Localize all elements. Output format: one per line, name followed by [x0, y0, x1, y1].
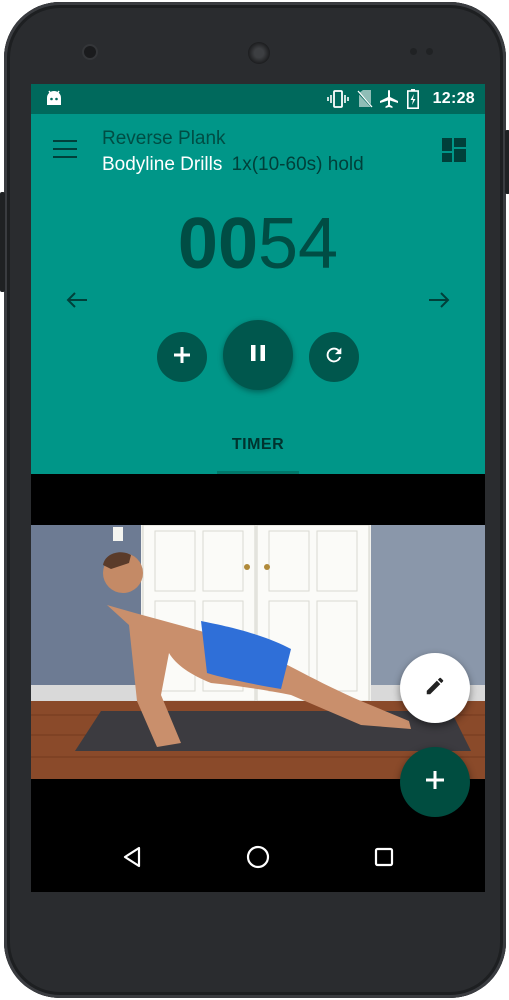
- routine-title: Bodyline Drills 1x(10-60s) hold: [102, 154, 364, 176]
- volume-rocker: [0, 192, 5, 292]
- countdown-display: 0054: [31, 204, 485, 284]
- no-sim-icon: [356, 90, 374, 113]
- edit-icon: [424, 675, 446, 702]
- back-icon[interactable]: [117, 842, 147, 872]
- vibrate-icon: [327, 90, 349, 113]
- power-button: [505, 130, 509, 194]
- dashboard-icon[interactable]: [442, 138, 466, 162]
- exercise-photo: [31, 525, 485, 779]
- restart-button[interactable]: [309, 332, 359, 382]
- status-bar: 12:28: [31, 84, 485, 114]
- routine-name: Bodyline Drills: [102, 154, 223, 175]
- previous-arrow-icon[interactable]: [65, 288, 89, 312]
- next-arrow-icon[interactable]: [427, 288, 451, 312]
- timer-minutes: 00: [177, 204, 258, 284]
- pause-button[interactable]: [223, 320, 293, 390]
- battery-charging-icon: [407, 89, 419, 114]
- edit-fab[interactable]: [400, 653, 470, 723]
- menu-icon[interactable]: [53, 140, 77, 160]
- add-time-button[interactable]: [157, 332, 207, 382]
- proximity-sensor: [410, 48, 417, 55]
- light-sensor: [426, 48, 433, 55]
- home-icon[interactable]: [243, 842, 273, 872]
- earpiece-speaker: [248, 42, 270, 64]
- add-icon: [424, 769, 446, 796]
- add-icon: [172, 345, 192, 370]
- tab-timer[interactable]: TIMER: [31, 436, 485, 454]
- add-fab[interactable]: [400, 747, 470, 817]
- timer-panel: Reverse Plank Bodyline Drills 1x(10-60s)…: [31, 114, 485, 474]
- recents-icon[interactable]: [369, 842, 399, 872]
- screen: 12:28 Reverse Plank Bodyline Drills 1x(1…: [31, 84, 485, 892]
- timer-seconds: 54: [258, 204, 339, 284]
- exercise-name: Reverse Plank: [102, 128, 226, 149]
- pause-icon: [248, 343, 268, 368]
- tab-indicator: [217, 471, 299, 474]
- front-camera: [84, 46, 96, 58]
- restart-icon: [323, 344, 345, 371]
- navigation-bar: [31, 822, 485, 892]
- status-time: 12:28: [432, 90, 475, 107]
- android-notification-icon: [45, 90, 63, 111]
- set-prescription: 1x(10-60s) hold: [231, 154, 364, 175]
- phone-frame: 12:28 Reverse Plank Bodyline Drills 1x(1…: [0, 2, 509, 998]
- airplane-mode-icon: [379, 90, 399, 113]
